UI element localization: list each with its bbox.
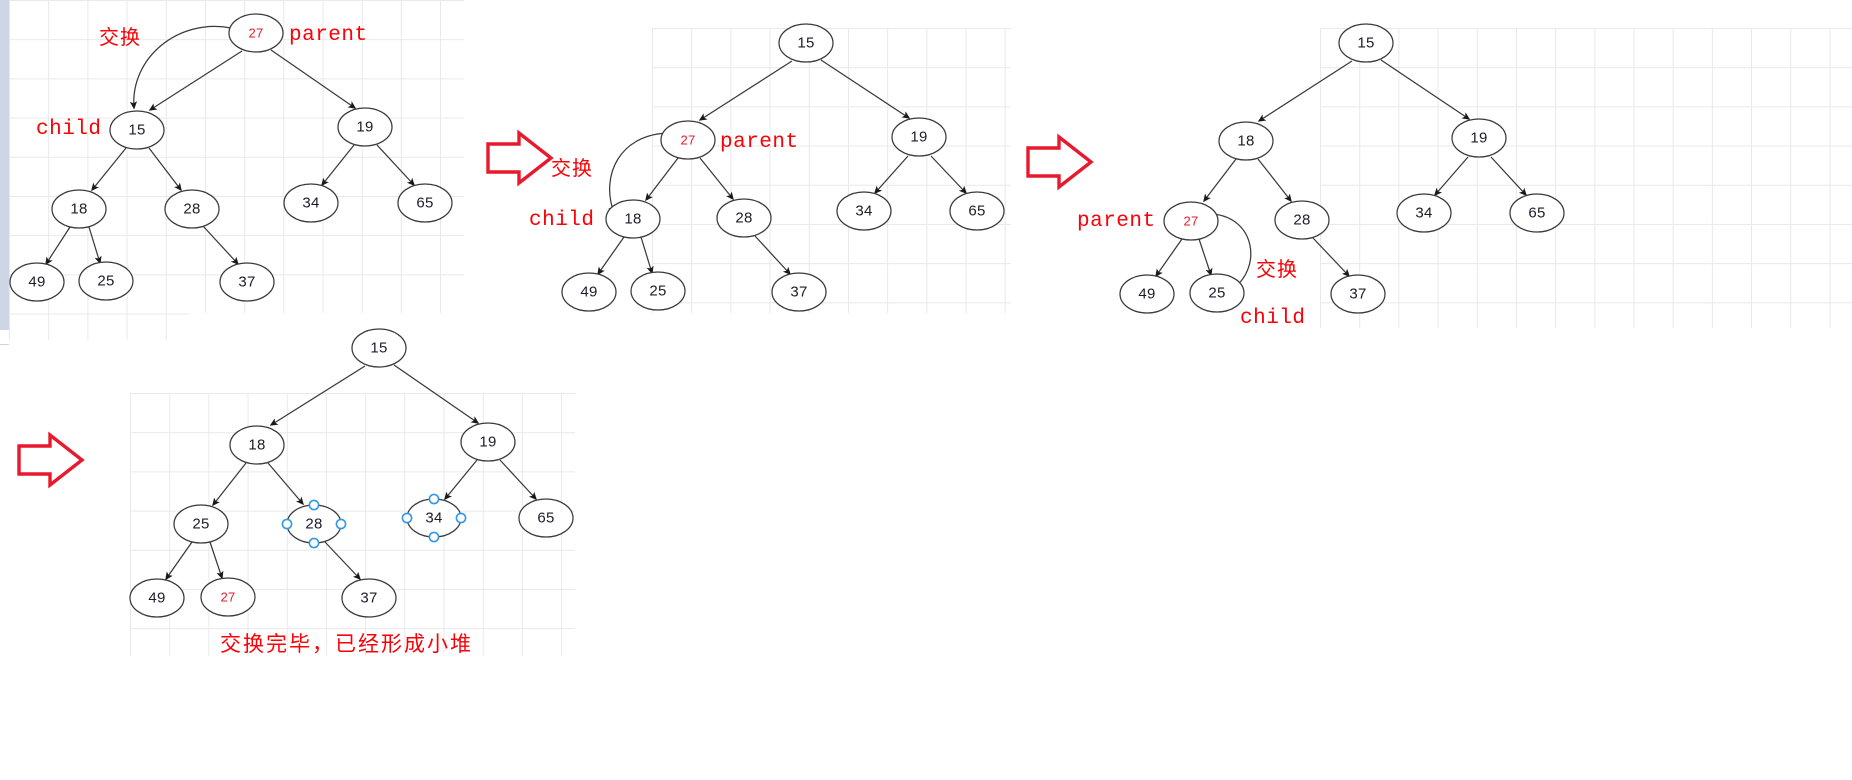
node-value: 18 (248, 436, 266, 454)
node-value: 28 (183, 200, 201, 218)
child-label: child (36, 118, 102, 141)
node-value: 15 (128, 121, 146, 139)
node-value: 37 (238, 273, 256, 291)
panel-2-canvas (652, 28, 1011, 313)
node-value: 65 (968, 202, 986, 220)
node-value: 65 (537, 509, 555, 527)
node-value: 34 (855, 202, 873, 220)
node-value: 28 (735, 209, 753, 227)
node-value: 34 (425, 509, 443, 527)
node-value: 65 (416, 194, 434, 212)
node-value: 25 (97, 272, 115, 290)
node-value: 27 (1183, 213, 1199, 229)
node-value: 25 (192, 515, 210, 533)
swap-label: 交换 (1256, 257, 1298, 281)
node-value: 27 (220, 589, 236, 605)
node-value: 65 (1528, 204, 1546, 222)
step-arrow-3-to-4 (17, 431, 85, 489)
child-label: child (529, 209, 595, 232)
final-caption: 交换完毕，已经形成小堆 (220, 632, 473, 656)
panel-3-canvas (1320, 28, 1852, 328)
node-value: 49 (28, 273, 46, 291)
node-value: 19 (910, 128, 928, 146)
figure-canvas: 27 15 19 18 28 34 65 49 25 37 15 27 19 1… (0, 0, 1852, 780)
step-arrow-2-to-3 (1026, 133, 1094, 191)
node-value: 25 (649, 282, 667, 300)
node-value: 49 (1138, 285, 1156, 303)
swap-label: 交换 (99, 25, 141, 49)
node-value: 28 (1293, 211, 1311, 229)
node-value: 37 (1349, 285, 1367, 303)
node-value: 18 (1237, 132, 1255, 150)
node-value: 25 (1208, 284, 1226, 302)
node-value: 34 (1415, 204, 1433, 222)
node-value: 19 (479, 433, 497, 451)
page-edge-gap (0, 330, 9, 344)
parent-label: parent (720, 131, 799, 154)
node-value: 34 (302, 194, 320, 212)
node-value: 49 (148, 589, 166, 607)
parent-label: parent (1077, 210, 1156, 233)
step-arrow-1-to-2 (486, 129, 554, 187)
swap-label: 交换 (551, 156, 593, 180)
node-value: 19 (356, 118, 374, 136)
node-value: 15 (1357, 34, 1375, 52)
node-value: 27 (680, 132, 696, 148)
node-value: 19 (1470, 129, 1488, 147)
node-value: 18 (624, 210, 642, 228)
node-value: 15 (797, 34, 815, 52)
child-label: child (1240, 307, 1306, 330)
node-value: 37 (790, 283, 808, 301)
parent-label: parent (289, 24, 368, 47)
node-value: 37 (360, 589, 378, 607)
node-value: 27 (248, 25, 264, 41)
page-edge-strip (0, 0, 9, 345)
node-value: 49 (580, 283, 598, 301)
node-value: 28 (305, 515, 323, 533)
node-value: 15 (370, 339, 388, 357)
node-value: 18 (70, 200, 88, 218)
